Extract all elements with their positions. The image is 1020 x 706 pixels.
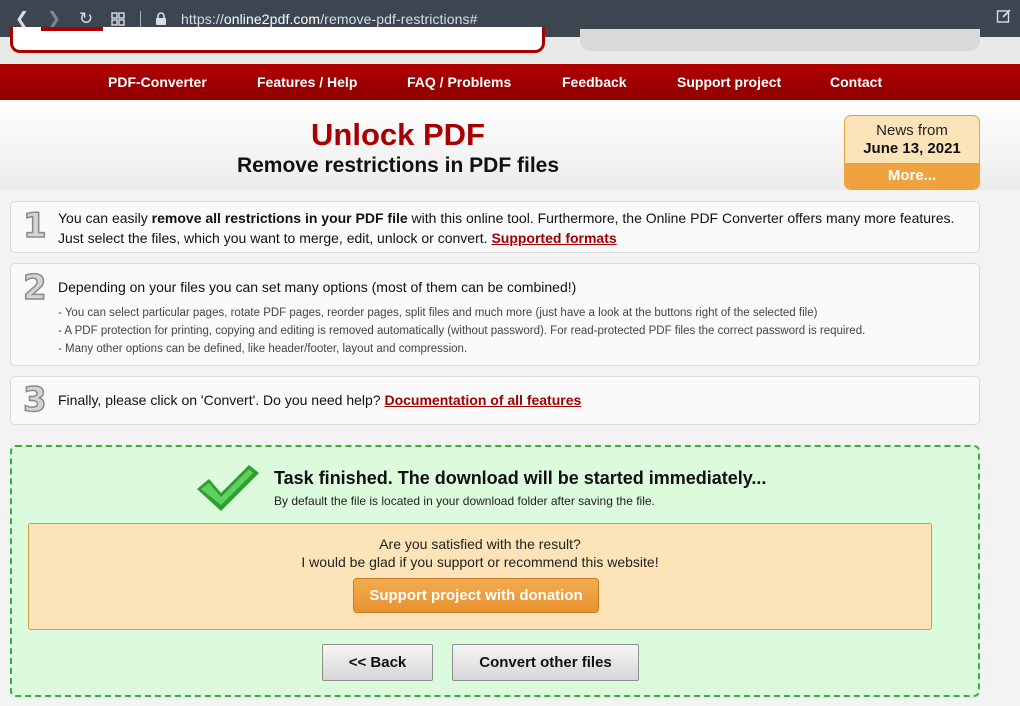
support-prompt-box: Are you satisfied with the result? I wou… xyxy=(28,523,932,630)
menu-support-project[interactable]: Support project xyxy=(677,74,781,90)
task-finished-heading: Task finished. The download will be star… xyxy=(274,468,767,488)
convert-other-files-button[interactable]: Convert other files xyxy=(452,644,639,681)
main-menu: PDF-Converter Features / Help FAQ / Prob… xyxy=(0,64,1020,100)
menu-faq-problems[interactable]: FAQ / Problems xyxy=(407,74,511,90)
news-box: News from June 13, 2021 More... xyxy=(844,115,980,190)
task-finished-note: By default the file is located in your d… xyxy=(274,494,655,508)
menu-feedback[interactable]: Feedback xyxy=(562,74,627,90)
news-more-button[interactable]: More... xyxy=(845,163,979,189)
address-bar[interactable]: https://online2pdf.com/remove-pdf-restri… xyxy=(181,11,478,27)
step-number-2: 2 xyxy=(22,267,47,309)
site-logo-box[interactable] xyxy=(10,27,545,53)
back-button[interactable]: << Back xyxy=(322,644,433,681)
url-path: /remove-pdf-restrictions# xyxy=(320,10,478,27)
news-date: June 13, 2021 xyxy=(863,140,961,157)
menu-contact[interactable]: Contact xyxy=(830,74,882,90)
menu-features-help[interactable]: Features / Help xyxy=(257,74,357,90)
step-3-text: Finally, please click on 'Convert'. Do y… xyxy=(58,392,582,408)
checkmark-icon xyxy=(197,465,259,511)
step-2-bullet-2: - A PDF protection for printing, copying… xyxy=(58,325,866,337)
site-logo xyxy=(41,27,103,31)
menu-pdf-converter[interactable]: PDF-Converter xyxy=(108,74,207,90)
documentation-link[interactable]: Documentation of all features xyxy=(384,392,581,408)
toolbar-divider xyxy=(140,10,141,27)
task-result-box: Task finished. The download will be star… xyxy=(10,445,980,697)
step-1-text: You can easily remove all restrictions i… xyxy=(58,210,955,246)
page-subtitle: Remove restrictions in PDF files xyxy=(236,154,560,177)
page-title: Unlock PDF xyxy=(311,117,485,152)
recommend-text: I would be glad if you support or recomm… xyxy=(301,554,659,570)
step-1: 1 You can easily remove all restrictions… xyxy=(10,201,980,253)
step-2-bullet-1: - You can select particular pages, rotat… xyxy=(58,307,818,319)
url-prefix: https:// xyxy=(181,10,224,27)
header-tools-box xyxy=(580,29,980,51)
step-number-1: 1 xyxy=(22,205,47,247)
step-2-text: Depending on your files you can set many… xyxy=(58,279,577,295)
url-domain: online2pdf.com xyxy=(223,10,321,27)
step-2: 2 Depending on your files you can set ma… xyxy=(10,263,980,366)
news-label: News from xyxy=(876,122,948,139)
donation-button[interactable]: Support project with donation xyxy=(353,578,599,613)
edit-icon[interactable] xyxy=(996,8,1012,28)
satisfied-question: Are you satisfied with the result? xyxy=(379,536,581,552)
step-3: 3 Finally, please click on 'Convert'. Do… xyxy=(10,376,980,425)
site-header-remnant xyxy=(0,27,1020,64)
step-number-3: 3 xyxy=(22,379,47,421)
step-2-bullet-3: - Many other options can be defined, lik… xyxy=(58,343,468,355)
supported-formats-link[interactable]: Supported formats xyxy=(491,230,616,246)
